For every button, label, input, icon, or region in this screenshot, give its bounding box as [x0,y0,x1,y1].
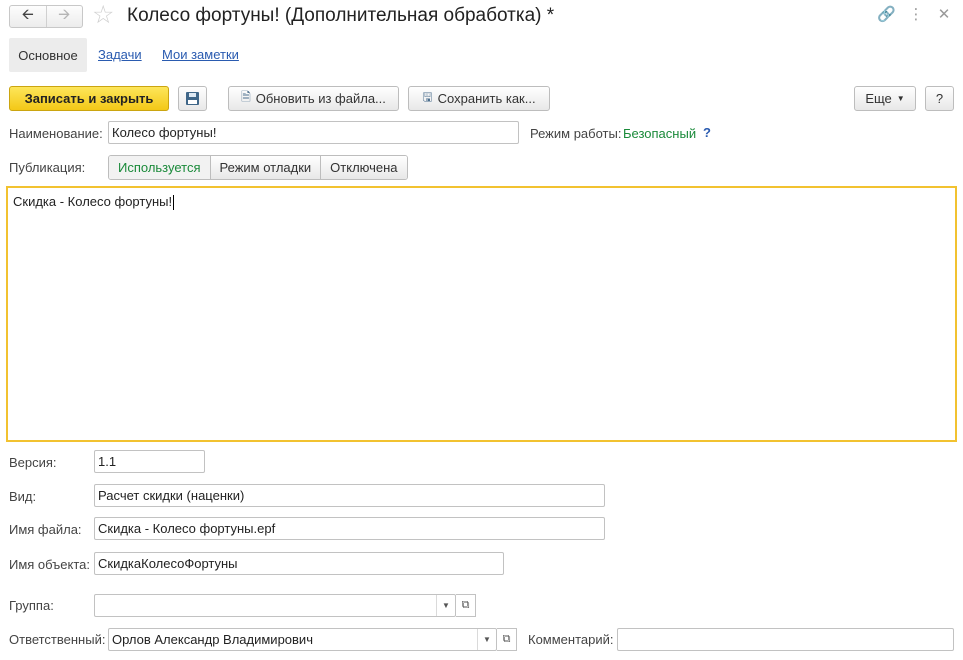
version-field[interactable]: 1.1 [94,450,205,473]
arrow-left-icon[interactable]: 🡨 [10,6,46,27]
save-as-button[interactable]: 🖫 Сохранить как... [408,86,550,111]
filename-value: Скидка - Колесо фортуны.epf [98,521,276,536]
refresh-file-icon: 🗎 [241,90,251,104]
more-button[interactable]: Еще ▼ [854,86,916,111]
close-icon[interactable]: ✕ [935,5,953,25]
page-title: Колесо фортуны! (Дополнительная обработк… [127,5,555,26]
kind-field[interactable]: Расчет скидки (наценки) [94,484,605,507]
filename-label: Имя файла: [9,522,82,537]
kebab-menu-icon[interactable]: ⋮ [907,5,925,25]
publication-option-debug[interactable]: Режим отладки [209,156,321,179]
floppy-disk-icon [186,92,199,105]
name-field[interactable]: Колесо фортуны! [108,121,519,144]
version-label: Версия: [9,455,57,470]
save-button[interactable] [178,86,207,111]
publication-option-used[interactable]: Используется [109,156,210,179]
name-label: Наименование: [9,126,103,141]
text-caret [173,195,175,211]
tab-tasks[interactable]: Задачи [98,47,142,62]
object-name-label: Имя объекта: [9,557,91,572]
description-text: Скидка - Колесо фортуны! [13,194,173,209]
mode-value-link[interactable]: Безопасный [623,126,696,141]
navigation-buttons: 🡨 🡪 [9,5,83,28]
responsible-label: Ответственный: [9,632,106,647]
update-from-file-button[interactable]: 🗎 Обновить из файла... [228,86,399,111]
save-as-icon: 🖫 [422,90,433,104]
tab-my-notes[interactable]: Мои заметки [162,47,239,62]
object-name-value: СкидкаКолесоФортуны [98,556,238,571]
mode-label: Режим работы: [530,126,622,141]
comment-field[interactable] [617,628,954,651]
publication-option-disabled[interactable]: Отключена [320,156,407,179]
save-as-label: Сохранить как... [437,91,536,106]
responsible-dropdown-icon[interactable]: ▼ [477,629,496,650]
chevron-down-icon: ▼ [896,94,905,103]
star-icon[interactable]: ☆ [92,2,114,28]
more-label: Еще [865,91,892,106]
publication-switch: Используется Режим отладки Отключена [108,155,408,180]
group-label: Группа: [9,598,54,613]
group-dropdown-icon[interactable]: ▼ [436,595,455,616]
kind-value: Расчет скидки (наценки) [98,488,245,503]
responsible-field[interactable]: Орлов Александр Владимирович ▼ [108,628,497,651]
responsible-open-icon[interactable]: ⧉ [497,628,517,651]
filename-field[interactable]: Скидка - Колесо фортуны.epf [94,517,605,540]
group-field[interactable]: ▼ [94,594,456,617]
group-open-icon[interactable]: ⧉ [456,594,476,617]
version-value: 1.1 [98,454,117,469]
kind-label: Вид: [9,489,37,504]
tab-main[interactable]: Основное [9,38,87,72]
save-and-close-button[interactable]: Записать и закрыть [9,86,169,111]
responsible-value: Орлов Александр Владимирович [112,632,313,647]
object-name-field[interactable]: СкидкаКолесоФортуны [94,552,504,575]
publication-label: Публикация: [9,160,86,175]
comment-label: Комментарий: [528,632,614,647]
name-value: Колесо фортуны! [112,125,217,140]
mode-help-icon[interactable]: ? [703,125,711,140]
help-button[interactable]: ? [925,86,954,111]
arrow-right-icon[interactable]: 🡪 [45,6,83,27]
link-icon[interactable]: 🔗 [877,5,896,25]
description-editor[interactable]: Скидка - Колесо фортуны! [6,186,957,442]
update-from-file-label: Обновить из файла... [255,91,386,106]
